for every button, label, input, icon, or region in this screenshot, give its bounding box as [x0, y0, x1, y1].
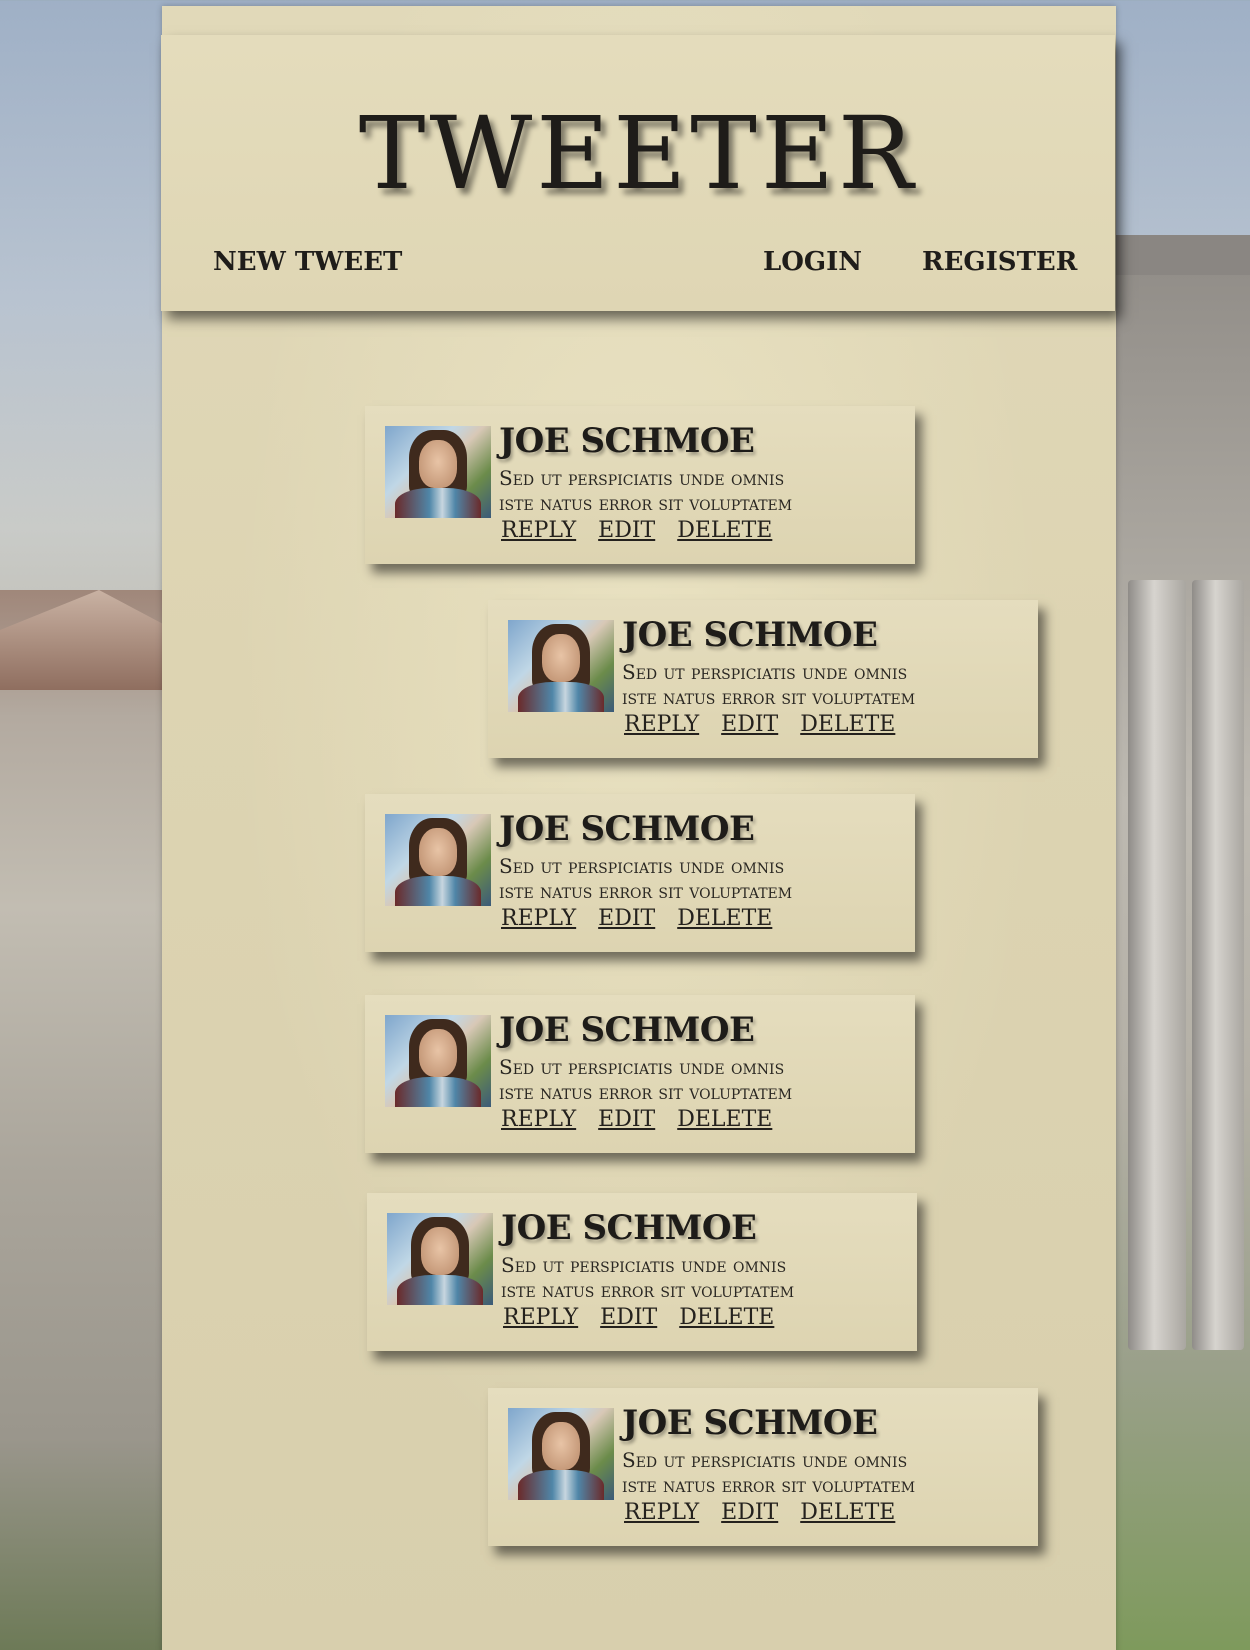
tweet-actions: REPLY EDIT DELETE	[501, 518, 772, 543]
user-avatar-image	[385, 426, 491, 518]
tweet-actions: REPLY EDIT DELETE	[503, 1305, 774, 1330]
user-avatar-image	[385, 814, 491, 906]
tweet-actions: REPLY EDIT DELETE	[624, 1500, 895, 1525]
tweet-author: JOE SCHMOE	[622, 615, 878, 655]
edit-link[interactable]: EDIT	[598, 518, 655, 543]
tweet-body: Sed ut perspiciatis unde omnis iste natu…	[622, 660, 1022, 710]
tweet-body-line: iste natus error sit voluptatem	[499, 879, 793, 903]
reply-link[interactable]: REPLY	[624, 712, 699, 737]
edit-link[interactable]: EDIT	[721, 712, 778, 737]
tweet-actions: REPLY EDIT DELETE	[501, 1107, 772, 1132]
user-avatar-image	[387, 1213, 493, 1305]
tweet-body-line: iste natus error sit voluptatem	[499, 491, 793, 515]
temple-pediment	[0, 590, 165, 690]
delete-link[interactable]: DELETE	[677, 906, 772, 931]
tweet-author: JOE SCHMOE	[499, 1010, 755, 1050]
reply-link[interactable]: REPLY	[501, 1107, 576, 1132]
delete-link[interactable]: DELETE	[679, 1305, 774, 1330]
tweet-body: Sed ut perspiciatis unde omnis iste natu…	[499, 854, 899, 904]
reply-link[interactable]: REPLY	[503, 1305, 578, 1330]
tweet-body-line: Sed ut perspiciatis unde omnis	[499, 466, 785, 490]
column-capital	[1100, 235, 1250, 275]
tweet-actions: REPLY EDIT DELETE	[624, 712, 895, 737]
edit-link[interactable]: EDIT	[598, 906, 655, 931]
register-link[interactable]: REGISTER	[922, 247, 1077, 277]
tweet-card: JOE SCHMOE Sed ut perspiciatis unde omni…	[488, 600, 1038, 758]
tweet-body-line: iste natus error sit voluptatem	[501, 1278, 795, 1302]
tweet-actions: REPLY EDIT DELETE	[501, 906, 772, 931]
tweet-body: Sed ut perspiciatis unde omnis iste natu…	[622, 1448, 1022, 1498]
tweet-body: Sed ut perspiciatis unde omnis iste natu…	[499, 1055, 899, 1105]
delete-link[interactable]: DELETE	[800, 1500, 895, 1525]
delete-link[interactable]: DELETE	[677, 1107, 772, 1132]
background-ruins-left	[0, 590, 165, 1650]
user-avatar-image	[385, 1015, 491, 1107]
tweet-body-line: Sed ut perspiciatis unde omnis	[622, 660, 908, 684]
user-avatar-image	[508, 1408, 614, 1500]
delete-link[interactable]: DELETE	[677, 518, 772, 543]
tweet-card: JOE SCHMOE Sed ut perspiciatis unde omni…	[367, 1193, 917, 1351]
tweet-author: JOE SCHMOE	[499, 809, 755, 849]
background-column	[1192, 580, 1244, 1350]
tweet-body-line: iste natus error sit voluptatem	[499, 1080, 793, 1104]
reply-link[interactable]: REPLY	[501, 518, 576, 543]
tweet-card: JOE SCHMOE Sed ut perspiciatis unde omni…	[365, 406, 915, 564]
tweet-body-line: Sed ut perspiciatis unde omnis	[499, 854, 785, 878]
tweet-card: JOE SCHMOE Sed ut perspiciatis unde omni…	[365, 995, 915, 1153]
login-link[interactable]: LOGIN	[763, 247, 862, 277]
reply-link[interactable]: REPLY	[501, 906, 576, 931]
tweet-body-line: Sed ut perspiciatis unde omnis	[501, 1253, 787, 1277]
reply-link[interactable]: REPLY	[624, 1500, 699, 1525]
edit-link[interactable]: EDIT	[598, 1107, 655, 1132]
tweet-body-line: iste natus error sit voluptatem	[622, 685, 916, 709]
tweet-body-line: iste natus error sit voluptatem	[622, 1473, 916, 1497]
user-avatar-image	[508, 620, 614, 712]
background-column	[1128, 580, 1186, 1350]
tweet-card: JOE SCHMOE Sed ut perspiciatis unde omni…	[488, 1388, 1038, 1546]
edit-link[interactable]: EDIT	[721, 1500, 778, 1525]
site-header: TWEETER NEW TWEET LOGIN REGISTER	[161, 35, 1115, 311]
new-tweet-link[interactable]: NEW TWEET	[213, 247, 402, 277]
tweet-card: JOE SCHMOE Sed ut perspiciatis unde omni…	[365, 794, 915, 952]
site-title: TWEETER	[358, 95, 918, 212]
tweet-body-line: Sed ut perspiciatis unde omnis	[499, 1055, 785, 1079]
edit-link[interactable]: EDIT	[600, 1305, 657, 1330]
tweet-body-line: Sed ut perspiciatis unde omnis	[622, 1448, 908, 1472]
tweet-body: Sed ut perspiciatis unde omnis iste natu…	[501, 1253, 901, 1303]
tweet-author: JOE SCHMOE	[499, 421, 755, 461]
tweet-author: JOE SCHMOE	[622, 1403, 878, 1443]
tweet-author: JOE SCHMOE	[501, 1208, 757, 1248]
tweet-body: Sed ut perspiciatis unde omnis iste natu…	[499, 466, 899, 516]
delete-link[interactable]: DELETE	[800, 712, 895, 737]
